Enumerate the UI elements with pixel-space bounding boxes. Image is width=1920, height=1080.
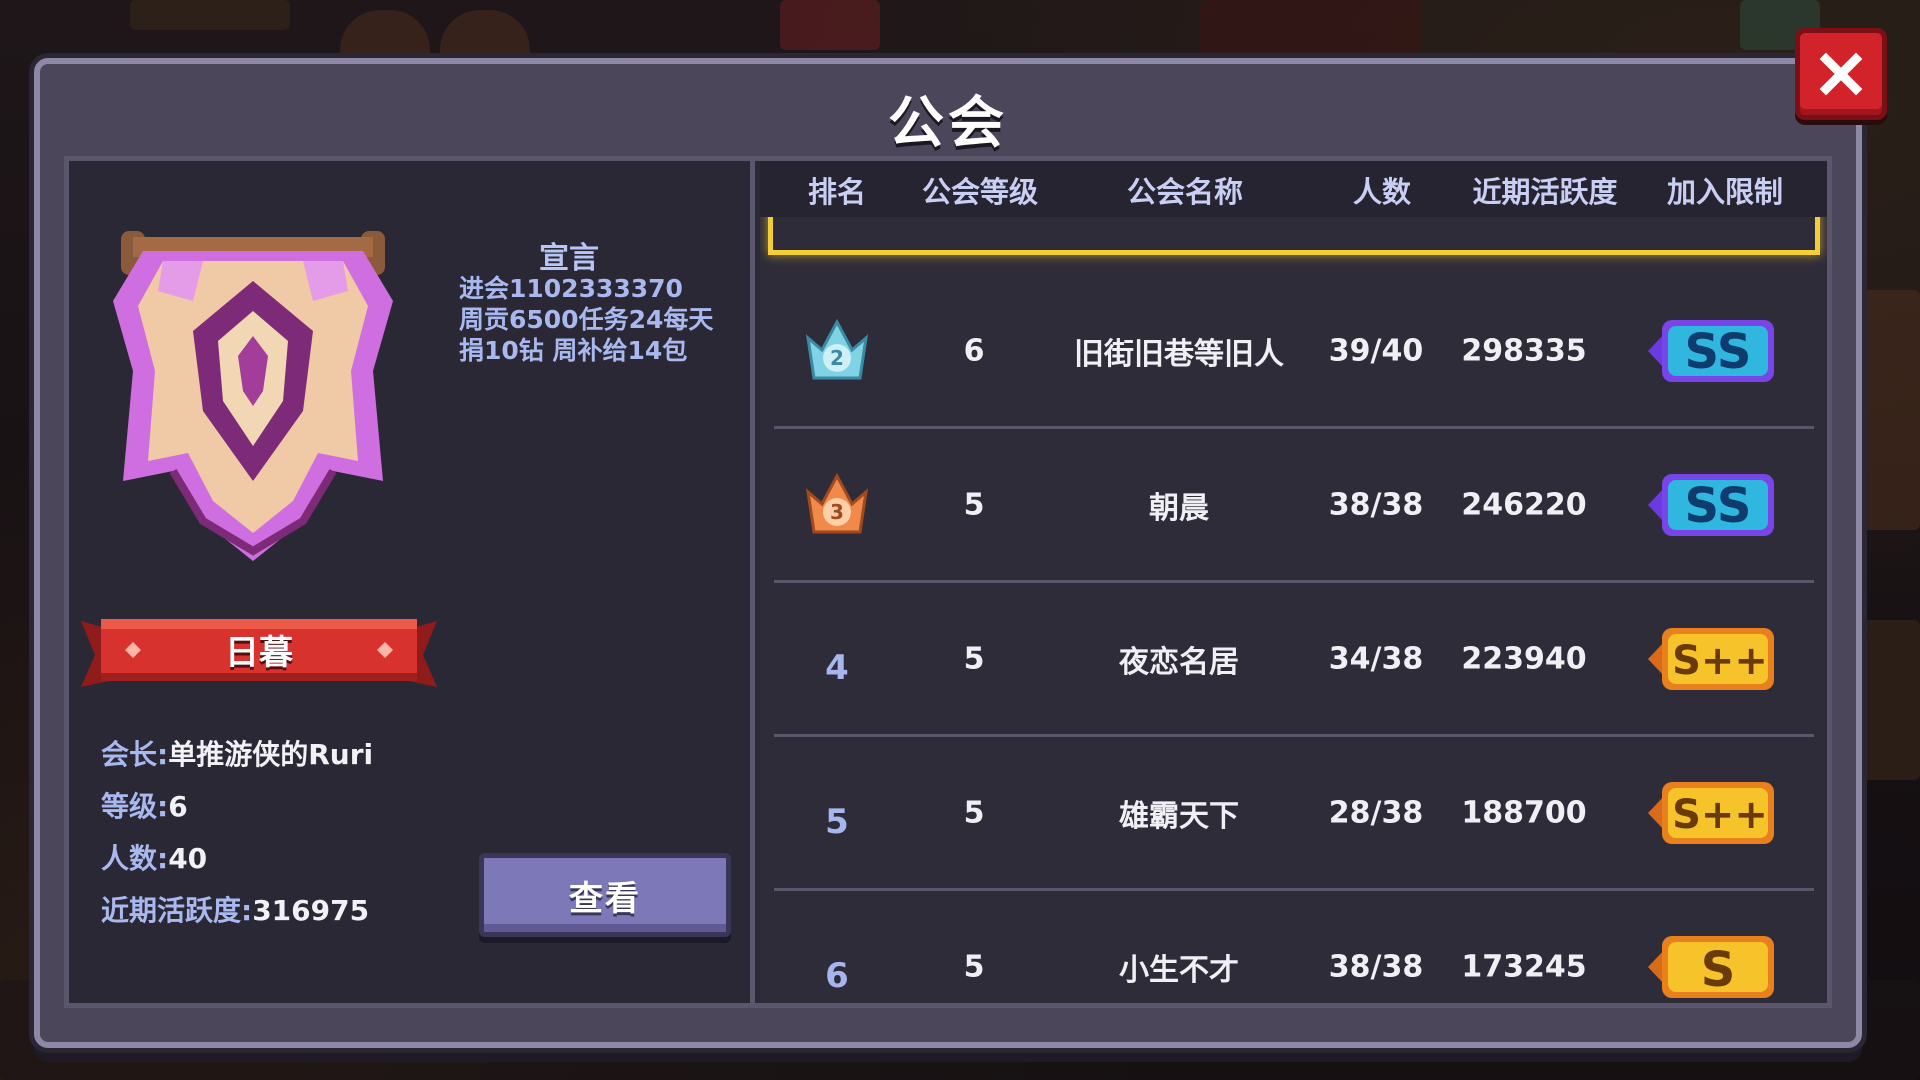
row-rank: 5	[825, 801, 849, 842]
ss-rank-badge-icon: SS	[1648, 319, 1774, 382]
header-members: 人数	[1352, 175, 1412, 209]
silver-crown-icon: 2	[805, 318, 869, 379]
panel-content: 日暮 会长:单推游侠的Ruri 等级:6 人数:40 近期活跃度:316975 …	[64, 156, 1832, 1008]
close-button[interactable]	[1795, 28, 1887, 120]
table-row[interactable]: 2 6 旧街旧巷等旧人 39/40 298335 SS	[774, 275, 1814, 429]
row-level: 5	[963, 795, 985, 830]
header-rank: 排名	[807, 175, 867, 209]
declaration-title: 宣言	[539, 241, 599, 276]
svg-text:S++: S++	[1672, 792, 1768, 838]
row-members: 28/38	[1328, 795, 1424, 830]
guild-activity: 近期活跃度:316975	[101, 894, 370, 927]
row-activity: 223940	[1461, 641, 1587, 676]
table-row[interactable]: 6 5 小生不才 38/38 173245 S	[774, 891, 1814, 1003]
row-members: 38/38	[1328, 949, 1424, 984]
row-level: 5	[963, 949, 985, 984]
guild-name: 日暮	[225, 633, 293, 673]
guild-members: 人数:40	[101, 842, 208, 875]
row-guild-name: 夜恋名居	[1119, 644, 1239, 680]
guild-panel: 公会 日暮 会长:单推游侠的Ruri 等级:6 人数:40 近期活跃度:3169…	[34, 58, 1862, 1048]
svg-text:S: S	[1701, 942, 1736, 998]
row-level: 5	[963, 641, 985, 676]
guild-ranking-list[interactable]: 排名 公会等级 公会名称 人数 近期活跃度 加入限制 2 6 旧街旧巷等旧人 3…	[760, 161, 1827, 1003]
svg-text:SS: SS	[1685, 478, 1752, 534]
row-guild-name: 旧街旧巷等旧人	[1074, 336, 1284, 372]
row-members: 34/38	[1328, 641, 1424, 676]
table-row[interactable]: 5 5 雄霸天下 28/38 188700 S++	[774, 737, 1814, 891]
row-level: 6	[963, 333, 985, 368]
panel-title: 公会	[888, 91, 1008, 156]
row-activity: 246220	[1461, 487, 1587, 522]
ss-rank-badge-icon: SS	[1648, 473, 1774, 536]
svg-text:S++: S++	[1672, 638, 1768, 684]
s-rank-badge-icon: S	[1648, 935, 1774, 998]
row-guild-name: 小生不才	[1119, 952, 1239, 988]
bronze-crown-icon: 3	[805, 472, 869, 533]
row-activity: 298335	[1461, 333, 1587, 368]
row-guild-name: 雄霸天下	[1119, 798, 1239, 834]
guild-name-ribbon: 日暮	[81, 615, 437, 687]
header-restriction: 加入限制	[1666, 175, 1784, 209]
row-activity: 188700	[1461, 795, 1587, 830]
my-guild-info: 日暮 会长:单推游侠的Ruri 等级:6 人数:40 近期活跃度:316975 …	[69, 161, 755, 1003]
guild-level: 等级:6	[101, 790, 188, 823]
header-level: 公会等级	[921, 175, 1039, 209]
guild-banner-icon	[113, 231, 393, 561]
row-activity: 173245	[1461, 949, 1587, 984]
view-button[interactable]: 查看	[479, 853, 731, 937]
row-members: 38/38	[1328, 487, 1424, 522]
close-icon	[1819, 52, 1863, 96]
svg-text:3: 3	[830, 500, 844, 524]
declaration-text: 进会1102333370 周贡6500任务24每天 捐10钻 周补给14包	[459, 274, 714, 365]
s-plus-plus-rank-badge-icon: S++	[1648, 781, 1774, 844]
svg-text:SS: SS	[1685, 324, 1752, 380]
header-activity: 近期活跃度	[1472, 175, 1618, 209]
guild-leader: 会长:单推游侠的Ruri	[101, 738, 374, 771]
table-row[interactable]: 3 5 朝晨 38/38 246220 SS	[774, 429, 1814, 583]
header-name: 公会名称	[1126, 175, 1244, 209]
svg-text:2: 2	[830, 346, 844, 370]
row-rank: 4	[825, 647, 849, 688]
row-members: 39/40	[1328, 333, 1424, 368]
s-plus-plus-rank-badge-icon: S++	[1648, 627, 1774, 690]
row-guild-name: 朝晨	[1149, 490, 1209, 526]
table-row[interactable]: 4 5 夜恋名居 34/38 223940 S++	[774, 583, 1814, 737]
row-rank: 6	[825, 955, 849, 996]
row-level: 5	[963, 487, 985, 522]
table-header: 排名 公会等级 公会名称 人数 近期活跃度 加入限制	[760, 161, 1827, 217]
